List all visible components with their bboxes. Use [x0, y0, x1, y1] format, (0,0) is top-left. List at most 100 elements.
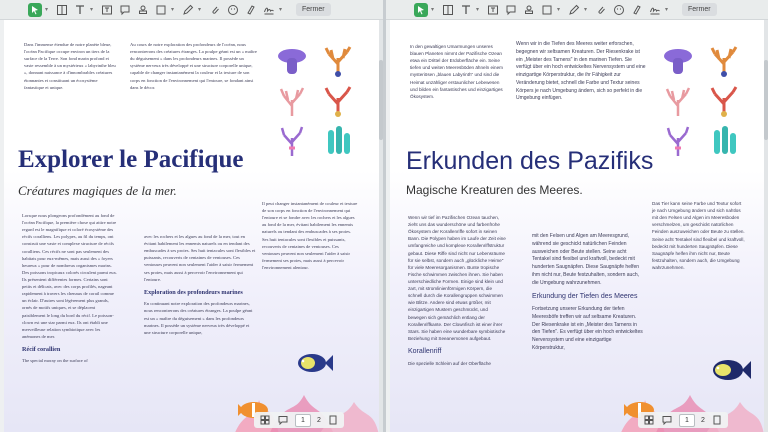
- body-column-1: Wenn wir tief im Pazifischen Ozean tauch…: [408, 214, 506, 367]
- intro-right-text: Wenn wir in die Tiefen des Meeres weiter…: [516, 41, 646, 102]
- coral-pink-icon: [279, 87, 305, 116]
- textbox-tool-button[interactable]: [485, 2, 500, 17]
- comments-panel-button[interactable]: [661, 414, 673, 426]
- document-page: In den gewaltigen Umarmungen unseres bla…: [390, 20, 764, 432]
- comment-icon: [662, 416, 672, 425]
- body-paragraph: avec les rochers et les algues au fond d…: [144, 234, 256, 282]
- cursor-tool-button[interactable]: [414, 2, 428, 17]
- cursor-tool-button[interactable]: [28, 2, 42, 17]
- cursor-icon: [32, 5, 38, 14]
- coral-violet-icon: [280, 126, 304, 156]
- page-view-button[interactable]: [327, 414, 339, 426]
- body-column-1: Lorsque nous plongeons profondément au f…: [22, 212, 118, 364]
- textbox-tool-button[interactable]: [99, 2, 114, 17]
- scrollbar-thumb[interactable]: [764, 60, 768, 140]
- stamp-tool-button[interactable]: [521, 2, 536, 17]
- thumbnails-button[interactable]: [259, 414, 271, 426]
- body-column-3: Das Tier kann seine Farbe und Textur sof…: [652, 201, 745, 270]
- coral-image: [318, 122, 358, 160]
- comments-panel-button[interactable]: [277, 414, 289, 426]
- pen-tool-button[interactable]: [566, 2, 581, 17]
- section-heading: Exploration des profondeurs marines: [144, 288, 243, 296]
- text-tool-button[interactable]: [458, 2, 473, 17]
- shape-tool-button[interactable]: [539, 2, 554, 17]
- body-paragraph: The special moray on the surface of: [22, 357, 88, 363]
- comment-tool-button[interactable]: [117, 2, 132, 17]
- page-navigation-bar: 1 2: [254, 412, 344, 428]
- grid-icon: [260, 415, 270, 425]
- chevron-down-icon[interactable]: ▾: [431, 6, 437, 13]
- stamp-tool-button[interactable]: [135, 2, 150, 17]
- signature-tool-button[interactable]: [647, 2, 662, 17]
- textbox-icon: [487, 5, 498, 14]
- chevron-down-icon[interactable]: ▾: [476, 6, 482, 13]
- coral-red-icon: [324, 86, 352, 117]
- signature-tool-button[interactable]: [261, 2, 276, 17]
- chevron-down-icon[interactable]: ▾: [557, 6, 563, 13]
- attach-tool-button[interactable]: [207, 2, 222, 17]
- textbox-icon: [101, 5, 112, 14]
- layout-tool-button[interactable]: [440, 2, 455, 17]
- stamp-icon: [524, 5, 533, 14]
- attach-icon: [211, 6, 219, 14]
- comment-icon: [278, 416, 288, 425]
- body-column-2: avec les rochers et les algues au fond d…: [144, 233, 256, 336]
- editor-toolbar: ▾ ▾ ▾ ▾ ▾ Fermer: [0, 0, 383, 20]
- text-icon: [461, 4, 470, 14]
- highlight-tool-button[interactable]: [629, 2, 644, 17]
- emoji-icon: [613, 4, 624, 15]
- chevron-down-icon[interactable]: ▾: [171, 6, 177, 13]
- thumbnails-button[interactable]: [643, 414, 655, 426]
- current-page-input[interactable]: 1: [679, 413, 695, 427]
- close-button[interactable]: Fermer: [296, 3, 331, 16]
- text-tool-button[interactable]: [72, 2, 87, 17]
- coral-image: [272, 42, 312, 80]
- coral-image: [272, 122, 312, 160]
- coral-image: [704, 42, 744, 80]
- editor-toolbar: ▾ ▾ ▾ ▾ ▾ Fermer: [386, 0, 768, 20]
- highlight-icon: [246, 4, 255, 15]
- body-paragraph: mit den Felsen und Algen am Meeresgrund,…: [532, 233, 640, 286]
- chevron-down-icon[interactable]: ▾: [45, 6, 51, 13]
- coral-orange-icon: [710, 46, 738, 77]
- emoji-tool-button[interactable]: [611, 2, 626, 17]
- coral-image: [318, 82, 358, 120]
- chevron-down-icon[interactable]: ▾: [90, 6, 96, 13]
- signature-icon: [263, 7, 274, 14]
- chevron-down-icon[interactable]: ▾: [198, 6, 204, 13]
- current-page-input[interactable]: 1: [295, 413, 311, 427]
- close-button[interactable]: Fermer: [682, 3, 717, 16]
- cursor-icon: [418, 5, 424, 14]
- shape-tool-button[interactable]: [153, 2, 168, 17]
- chevron-down-icon[interactable]: ▾: [584, 6, 590, 13]
- section-heading: Erkundung der Tiefen des Meeres: [532, 293, 638, 301]
- pen-tool-button[interactable]: [180, 2, 195, 17]
- body-paragraph: Lorsque nous plongeons profondément au f…: [22, 213, 118, 339]
- comment-icon: [506, 5, 515, 15]
- layout-tool-button[interactable]: [54, 2, 69, 17]
- attach-tool-button[interactable]: [593, 2, 608, 17]
- coral-image: [658, 42, 698, 80]
- page-subtitle: Créatures magiques de la mer.: [18, 183, 177, 198]
- vertical-scrollbar[interactable]: [764, 20, 768, 432]
- body-paragraph: Fortsetzung unserer Erkundung der tiefen…: [532, 306, 643, 351]
- stamp-icon: [138, 5, 147, 14]
- coral-image: [658, 122, 698, 160]
- coral-red-icon: [710, 86, 738, 117]
- chevron-down-icon[interactable]: ▾: [665, 6, 671, 13]
- right-document-pane: ▾ ▾ ▾ ▾ ▾ Fermer In den gewaltigen Umarm…: [386, 0, 768, 432]
- highlight-tool-button[interactable]: [243, 2, 258, 17]
- page-icon: [713, 415, 721, 425]
- comment-tool-button[interactable]: [503, 2, 518, 17]
- chevron-down-icon[interactable]: ▾: [279, 6, 285, 13]
- coral-teal-icon: [714, 126, 736, 154]
- next-page-number[interactable]: 2: [701, 417, 705, 424]
- next-page-number[interactable]: 2: [317, 417, 321, 424]
- emoji-tool-button[interactable]: [225, 2, 240, 17]
- coral-image: [658, 82, 698, 120]
- coral-orange-icon: [324, 46, 352, 77]
- emoji-icon: [227, 4, 238, 15]
- page-icon: [329, 415, 337, 425]
- page-view-button[interactable]: [711, 414, 723, 426]
- highlight-icon: [632, 4, 641, 15]
